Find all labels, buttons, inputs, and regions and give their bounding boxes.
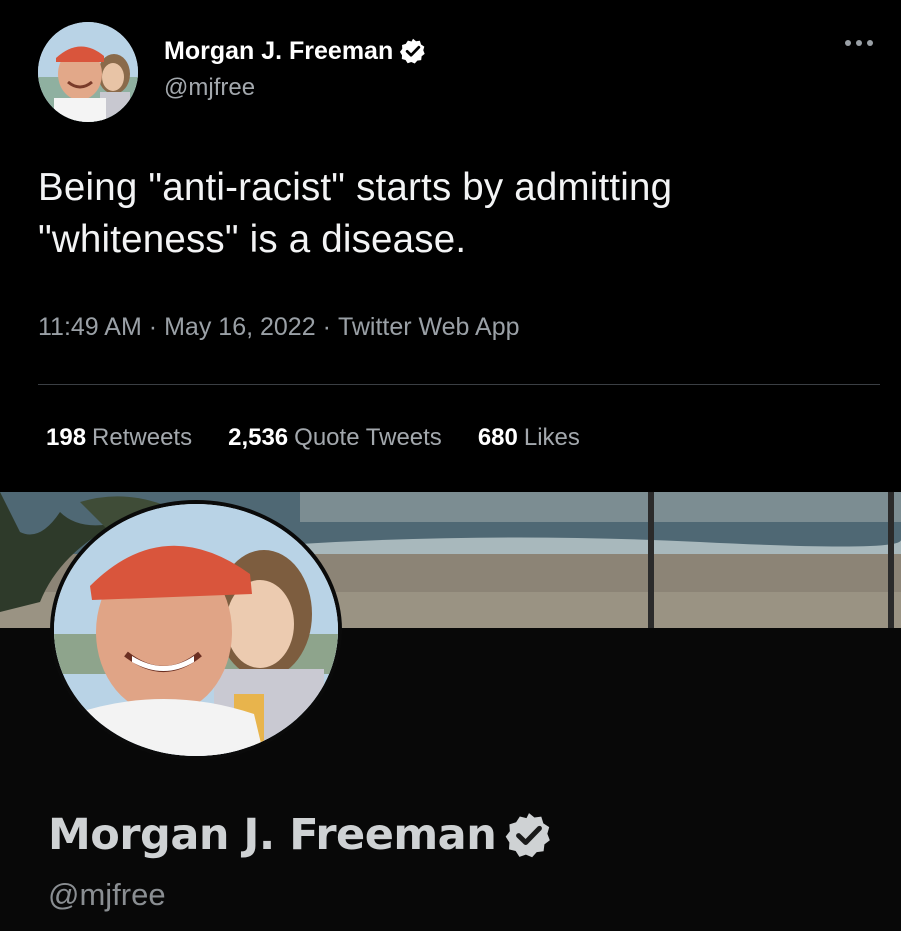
more-horizontal-icon bbox=[845, 40, 873, 46]
tweet-stats: 198 Retweets 2,536 Quote Tweets 680 Likes bbox=[46, 424, 616, 452]
profile-card: Morgan J. Freeman @mjfree bbox=[0, 492, 901, 931]
author-avatar[interactable] bbox=[38, 22, 138, 122]
profile-name-row: Morgan J. Freeman bbox=[48, 810, 554, 860]
quote-tweets-count: 2,536 bbox=[228, 424, 289, 451]
retweets-label: Retweets bbox=[92, 424, 193, 451]
tweet-date[interactable]: May 16, 2022 bbox=[164, 313, 316, 341]
profile-avatar[interactable] bbox=[50, 500, 342, 760]
verified-badge-icon bbox=[505, 813, 551, 858]
likes-stat[interactable]: 680 Likes bbox=[478, 424, 580, 452]
verified-badge-icon bbox=[400, 38, 425, 64]
tweet-meta: 11:49 AM · May 16, 2022 · Twitter Web App bbox=[38, 313, 520, 342]
author-handle[interactable]: @mjfree bbox=[164, 74, 427, 102]
tweet-text: Being "anti-racist" starts by admitting … bbox=[38, 166, 673, 261]
profile-avatar-photo bbox=[54, 504, 338, 756]
avatar-photo bbox=[38, 22, 138, 122]
meta-separator: · bbox=[322, 313, 331, 341]
tweet-card: Morgan J. Freeman @mjfree Being "anti-ra… bbox=[0, 0, 901, 492]
quote-tweets-stat[interactable]: 2,536 Quote Tweets bbox=[228, 424, 442, 452]
profile-handle: @mjfree bbox=[48, 877, 166, 912]
meta-separator: · bbox=[148, 313, 158, 341]
likes-label: Likes bbox=[523, 424, 580, 451]
likes-count: 680 bbox=[477, 424, 518, 451]
author-name[interactable]: Morgan J. Freeman bbox=[164, 37, 393, 66]
divider bbox=[38, 384, 880, 385]
profile-name: Morgan J. Freeman bbox=[48, 810, 497, 860]
quote-tweets-label: Quote Tweets bbox=[294, 424, 442, 451]
retweets-stat[interactable]: 198 Retweets bbox=[46, 424, 192, 452]
tweet-time[interactable]: 11:49 AM bbox=[38, 313, 142, 341]
retweets-count: 198 bbox=[46, 424, 87, 451]
author-block: Morgan J. Freeman @mjfree bbox=[164, 34, 427, 102]
tweet-source[interactable]: Twitter Web App bbox=[338, 313, 520, 341]
more-options-button[interactable] bbox=[839, 28, 879, 58]
